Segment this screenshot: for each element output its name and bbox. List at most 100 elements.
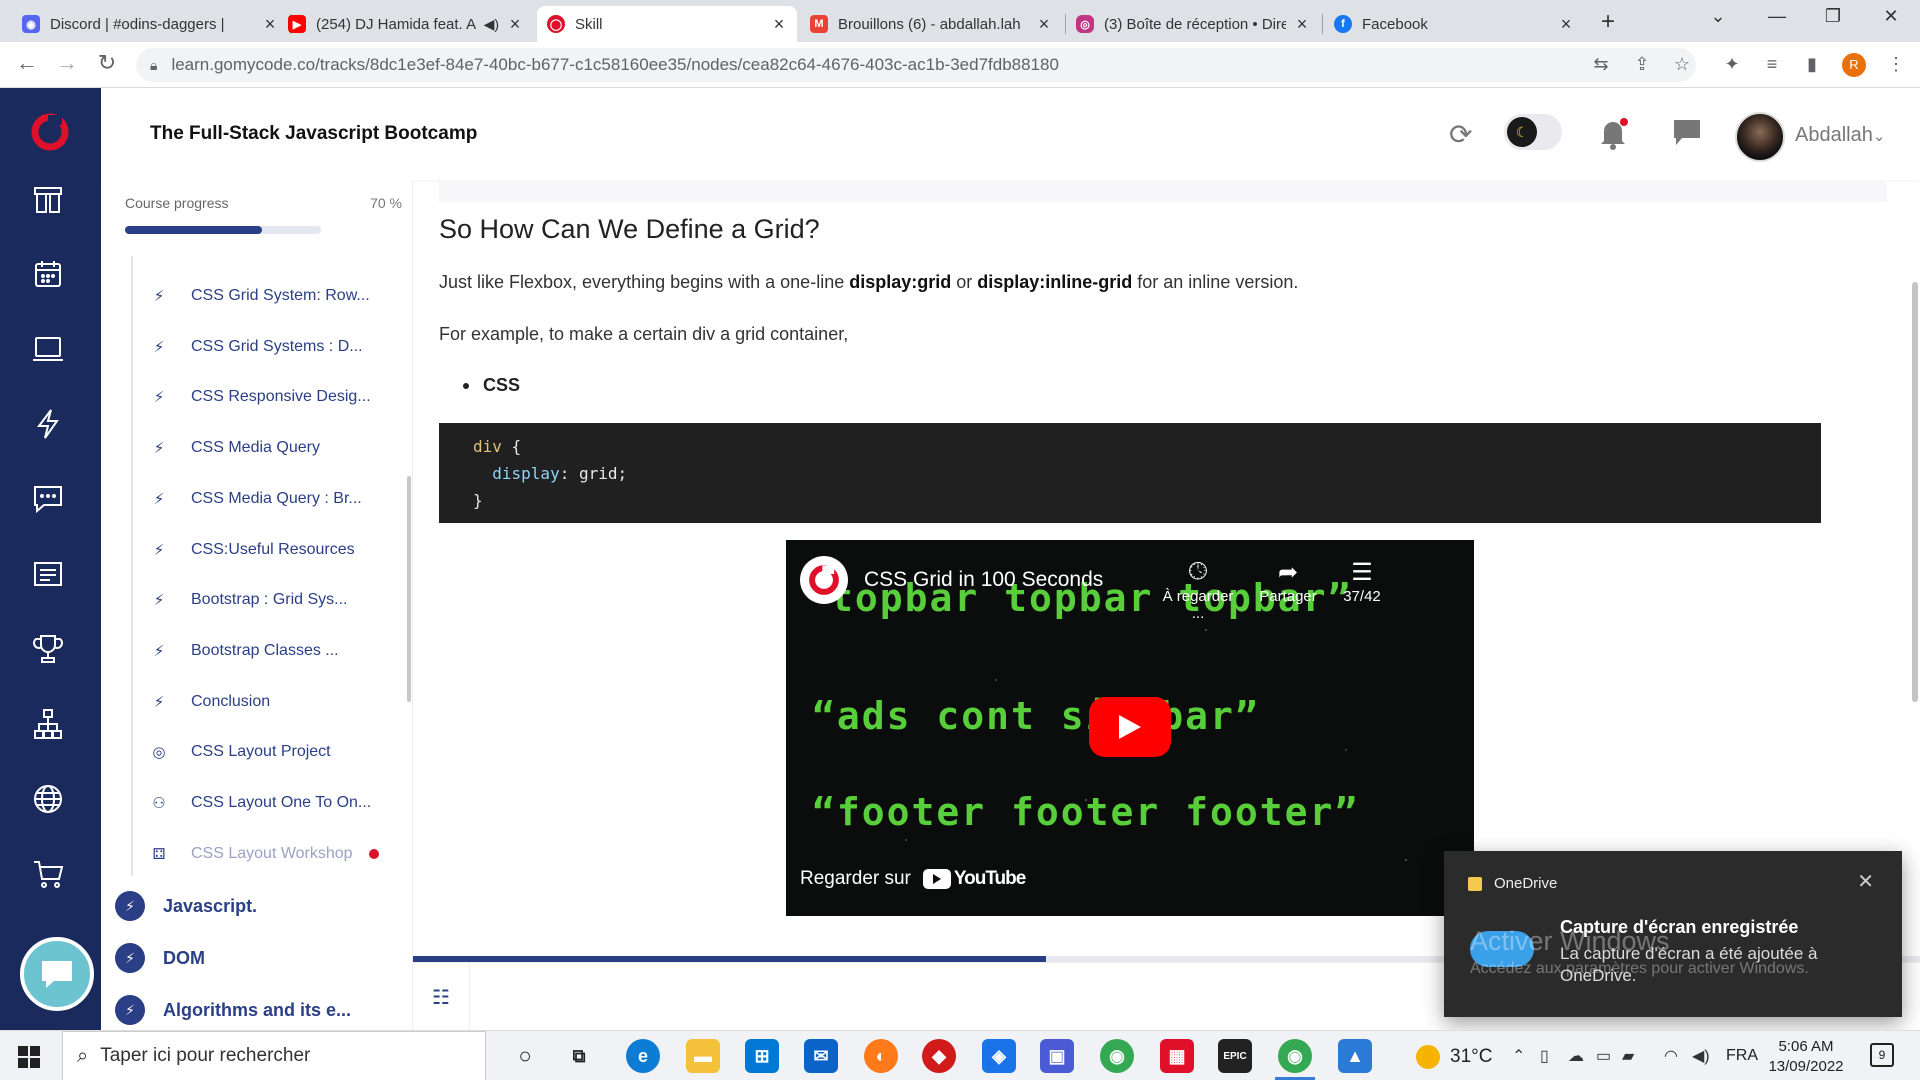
tab-gmail[interactable]: M Brouillons (6) - abdallah.lah × xyxy=(800,6,1062,42)
forward-button[interactable]: → xyxy=(52,50,82,76)
wifi-icon[interactable]: ◠ xyxy=(1664,1046,1678,1066)
mail-icon[interactable]: ✉ xyxy=(804,1039,838,1073)
tracks-icon[interactable] xyxy=(30,181,66,217)
url-field[interactable]: 🔒︎ learn.gomycode.co/tracks/8dc1e3ef-84e… xyxy=(136,48,1696,82)
taskbar-clock[interactable]: 5:06 AM 13/09/2022 xyxy=(1768,1037,1844,1077)
lesson-item[interactable]: ⚡︎ Bootstrap : Grid Sys... xyxy=(147,585,348,615)
speaker-icon[interactable]: ◀) xyxy=(484,16,499,33)
calendar-icon[interactable] xyxy=(30,256,66,292)
new-tab-button[interactable]: + xyxy=(1601,8,1615,36)
watch-on-youtube-link[interactable]: Regarder sur YouTube xyxy=(800,868,1026,890)
chrome-profile-icon[interactable]: ◉ xyxy=(1278,1039,1312,1073)
tab-search-chevron-icon[interactable]: ⌄ xyxy=(1703,6,1733,27)
messages-icon[interactable] xyxy=(1672,118,1702,148)
onedrive-tray-icon[interactable]: ☁ xyxy=(1568,1046,1584,1066)
lesson-item[interactable]: ⚡︎ Conclusion xyxy=(147,687,270,717)
weather-widget[interactable]: 31°C xyxy=(1416,1045,1492,1069)
lesson-item[interactable]: ⚡︎ Bootstrap Classes ... xyxy=(147,636,339,666)
lesson-item[interactable]: ⚡︎ CSS Media Query xyxy=(147,433,320,463)
watch-later-button[interactable]: 🕓︎ À regarder ... xyxy=(1158,558,1238,622)
browser-menu-icon[interactable]: ⋮ xyxy=(1884,54,1908,75)
close-notification-button[interactable]: ✕ xyxy=(1857,869,1874,894)
lesson-item[interactable]: ◎ CSS Layout Project xyxy=(147,737,330,767)
lesson-item[interactable]: ⚡︎ CSS Responsive Desig... xyxy=(147,382,371,412)
back-button[interactable]: ← xyxy=(12,50,42,76)
lesson-item[interactable]: ⚇ CSS Layout One To On... xyxy=(147,788,371,818)
module-item[interactable]: ⚡︎ DOM xyxy=(115,941,205,975)
firefox-icon[interactable]: ◐ xyxy=(864,1039,898,1073)
close-tab-icon[interactable]: × xyxy=(1558,14,1574,35)
laptop-icon[interactable] xyxy=(30,331,66,367)
tab-instagram[interactable]: ◎ (3) Boîte de réception • Dire × xyxy=(1066,6,1320,42)
sitemap-icon[interactable] xyxy=(30,706,66,742)
close-tab-icon[interactable]: × xyxy=(1036,14,1052,35)
trophy-icon[interactable] xyxy=(30,631,66,667)
close-tab-icon[interactable]: × xyxy=(507,14,523,35)
globe-icon[interactable] xyxy=(30,781,66,817)
edge-icon[interactable]: e xyxy=(626,1039,660,1073)
task-view-icon[interactable]: ⧉ xyxy=(562,1039,596,1073)
video-title[interactable]: CSS Grid in 100 Seconds xyxy=(864,568,1103,592)
reload-button[interactable]: ↻ xyxy=(92,50,122,76)
share-icon[interactable]: ⇪ xyxy=(1630,54,1654,75)
photos-icon[interactable]: ▲ xyxy=(1338,1039,1372,1073)
sidebar-scrollbar[interactable] xyxy=(407,476,411,702)
extensions-puzzle-icon[interactable]: ✦ xyxy=(1720,54,1744,75)
chat-icon[interactable] xyxy=(30,481,66,517)
support-chat-button[interactable] xyxy=(20,937,94,1011)
cart-icon[interactable] xyxy=(30,856,66,892)
lock-icon[interactable]: 🔒︎ xyxy=(150,57,157,74)
browser-profile-avatar[interactable]: R xyxy=(1842,53,1866,77)
tray-display-icon[interactable]: ▭ xyxy=(1596,1046,1611,1066)
tab-youtube[interactable]: ▶ (254) DJ Hamida feat. A ◀) × xyxy=(278,6,533,42)
notes-icon[interactable] xyxy=(30,556,66,592)
user-menu[interactable]: Abdallah⌄ xyxy=(1795,124,1885,147)
lesson-item[interactable]: ⚡︎ CSS:Useful Resources xyxy=(147,535,355,565)
gomycode-logo[interactable] xyxy=(30,112,70,152)
phone-link-icon[interactable]: ▣ xyxy=(1040,1039,1074,1073)
security-shield-icon[interactable]: ◈ xyxy=(982,1039,1016,1073)
tray-device-icon[interactable]: ▯ xyxy=(1540,1046,1549,1066)
minimize-button[interactable]: — xyxy=(1762,6,1792,27)
close-window-button[interactable]: ✕ xyxy=(1876,6,1906,27)
playlist-button[interactable]: ☰ 37/42 xyxy=(1322,558,1402,605)
tray-chevron-up-icon[interactable]: ⌃ xyxy=(1512,1046,1525,1066)
translate-icon[interactable]: ⇆ xyxy=(1589,54,1613,75)
table-of-contents-icon[interactable]: ☷ xyxy=(413,963,470,1031)
lesson-item[interactable]: ⚡︎ CSS Grid System: Row... xyxy=(147,281,370,311)
bookmark-star-icon[interactable]: ☆ xyxy=(1670,54,1694,75)
lesson-item[interactable]: ⚃ CSS Layout Workshop xyxy=(147,839,379,869)
media-app-icon[interactable]: ▦ xyxy=(1160,1039,1194,1073)
cortana-icon[interactable]: ○ xyxy=(508,1039,542,1073)
lesson-item[interactable]: ⚡︎ CSS Grid Systems : D... xyxy=(147,332,363,362)
battery-icon[interactable]: ▰ xyxy=(1622,1046,1634,1066)
valorant-icon[interactable]: ◆ xyxy=(922,1039,956,1073)
epic-games-icon[interactable]: EPIC xyxy=(1218,1039,1252,1073)
youtube-embed[interactable]: topbar topbar topbar” “ads cont sidebar”… xyxy=(786,540,1474,916)
action-center-icon[interactable]: 9 xyxy=(1870,1043,1894,1067)
bolt-icon[interactable] xyxy=(30,406,66,442)
page-scrollbar[interactable] xyxy=(1912,282,1918,702)
dark-mode-toggle[interactable]: ☾ xyxy=(1504,114,1562,150)
chrome-icon[interactable]: ◉ xyxy=(1100,1039,1134,1073)
module-item[interactable]: ⚡︎ Javascript. xyxy=(115,889,257,923)
notification-bell-icon[interactable] xyxy=(1597,116,1629,150)
tab-facebook[interactable]: f Facebook × xyxy=(1324,6,1584,42)
lesson-item[interactable]: ⚡︎ CSS Media Query : Br... xyxy=(147,484,362,514)
module-item[interactable]: ⚡︎ Algorithms and its e... xyxy=(115,993,351,1027)
tab-skill[interactable]: ◯ Skill × xyxy=(537,6,797,42)
close-tab-icon[interactable]: × xyxy=(1294,14,1310,35)
play-button[interactable] xyxy=(1089,697,1171,757)
media-queue-icon[interactable]: ≡ xyxy=(1760,54,1784,75)
taskbar-search[interactable]: ⌕ Taper ici pour rechercher xyxy=(62,1031,486,1080)
tab-discord[interactable]: ◉ Discord | #odins-daggers | × xyxy=(12,6,288,42)
close-tab-icon[interactable]: × xyxy=(771,14,787,35)
file-explorer-icon[interactable]: ▬ xyxy=(686,1039,720,1073)
user-avatar[interactable] xyxy=(1735,112,1785,162)
side-panel-icon[interactable]: ▮ xyxy=(1800,54,1824,75)
refresh-icon[interactable]: ⟳ xyxy=(1449,118,1472,151)
close-tab-icon[interactable]: × xyxy=(262,14,278,35)
volume-icon[interactable]: ◀) xyxy=(1692,1046,1710,1066)
input-language[interactable]: FRA xyxy=(1726,1047,1758,1065)
maximize-button[interactable]: ❐ xyxy=(1818,6,1848,27)
